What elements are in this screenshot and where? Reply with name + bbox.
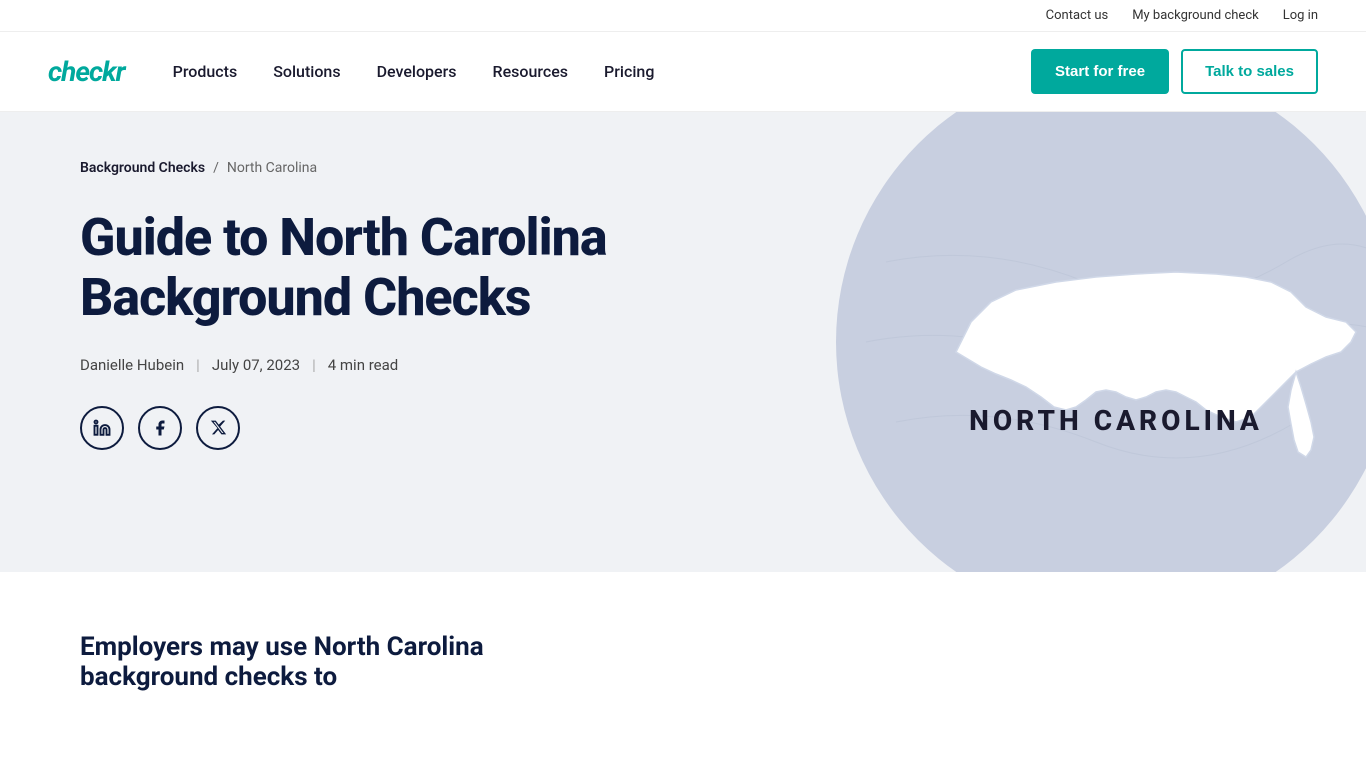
x-twitter-icon[interactable] bbox=[196, 406, 240, 450]
nc-state-svg bbox=[836, 112, 1366, 572]
hero-section: Background Checks / North Carolina Guide… bbox=[0, 112, 1366, 572]
hero-title: Guide to North Carolina Background Check… bbox=[80, 208, 640, 328]
bottom-title: Employers may use North Carolina backgro… bbox=[80, 632, 580, 692]
meta-divider-2: | bbox=[312, 356, 316, 374]
state-label: NORTH CAROLINA bbox=[969, 404, 1263, 437]
logo[interactable]: checkr bbox=[48, 55, 125, 88]
meta-divider-1: | bbox=[196, 356, 200, 374]
my-background-check-link[interactable]: My background check bbox=[1132, 8, 1259, 23]
linkedin-icon[interactable] bbox=[80, 406, 124, 450]
hero-date: July 07, 2023 bbox=[212, 356, 300, 374]
start-for-free-button[interactable]: Start for free bbox=[1031, 49, 1169, 94]
hero-meta: Danielle Hubein | July 07, 2023 | 4 min … bbox=[80, 356, 640, 374]
login-link[interactable]: Log in bbox=[1283, 8, 1318, 23]
social-icons bbox=[80, 406, 640, 450]
nav-developers[interactable]: Developers bbox=[377, 62, 457, 81]
nav-products[interactable]: Products bbox=[173, 62, 238, 81]
contact-us-link[interactable]: Contact us bbox=[1046, 8, 1109, 23]
breadcrumb: Background Checks / North Carolina bbox=[80, 160, 640, 176]
map-circle: NORTH CAROLINA bbox=[836, 112, 1366, 572]
bottom-section: Employers may use North Carolina backgro… bbox=[0, 572, 1366, 732]
breadcrumb-current: North Carolina bbox=[227, 160, 317, 176]
talk-to-sales-button[interactable]: Talk to sales bbox=[1181, 49, 1318, 94]
main-navbar: checkr Products Solutions Developers Res… bbox=[0, 32, 1366, 112]
hero-read-time: 4 min read bbox=[328, 356, 398, 374]
nav-resources[interactable]: Resources bbox=[493, 62, 569, 81]
hero-content: Background Checks / North Carolina Guide… bbox=[80, 160, 640, 450]
top-bar: Contact us My background check Log in bbox=[0, 0, 1366, 32]
hero-author: Danielle Hubein bbox=[80, 356, 184, 374]
nav-actions: Start for free Talk to sales bbox=[1031, 49, 1318, 94]
breadcrumb-parent[interactable]: Background Checks bbox=[80, 160, 205, 176]
nav-pricing[interactable]: Pricing bbox=[604, 62, 654, 81]
nav-solutions[interactable]: Solutions bbox=[273, 62, 340, 81]
facebook-icon[interactable] bbox=[138, 406, 182, 450]
hero-map-illustration: NORTH CAROLINA bbox=[826, 112, 1366, 572]
nav-links: Products Solutions Developers Resources … bbox=[173, 62, 1031, 81]
breadcrumb-separator: / bbox=[213, 160, 219, 176]
